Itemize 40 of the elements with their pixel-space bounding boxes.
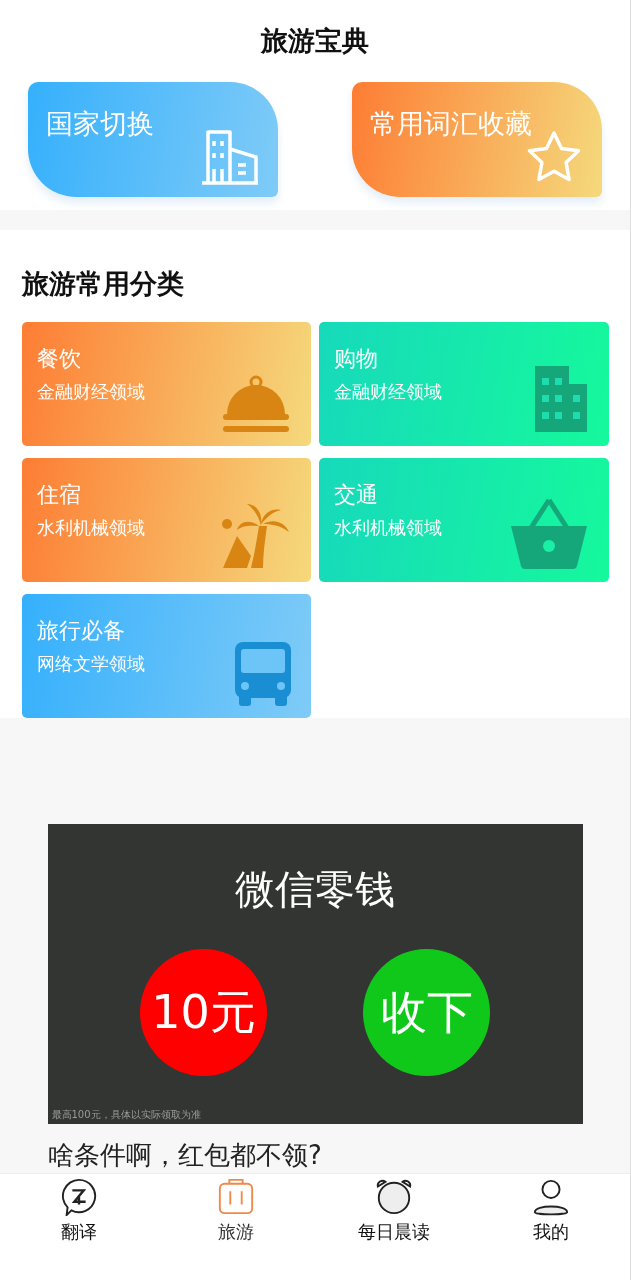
nav-tab[interactable]: 每日晨读 bbox=[333, 1178, 454, 1244]
category-card[interactable]: 交通 水利机械领域 bbox=[319, 458, 609, 582]
basket-icon bbox=[509, 496, 589, 570]
building-icon bbox=[200, 129, 260, 185]
person-icon bbox=[532, 1178, 571, 1216]
category-subtitle: 网络文学领域 bbox=[37, 652, 145, 676]
suitcase-icon bbox=[217, 1178, 256, 1216]
category-card[interactable]: 住宿 水利机械领域 bbox=[22, 458, 311, 582]
category-subtitle: 水利机械领域 bbox=[334, 516, 442, 540]
category-title: 购物 bbox=[334, 345, 379, 373]
alarm-clock-icon bbox=[374, 1178, 413, 1216]
ad-caption: 啥条件啊，红包都不领? bbox=[48, 1139, 322, 1172]
nav-tab[interactable]: 我的 bbox=[491, 1178, 612, 1244]
category-title: 餐饮 bbox=[37, 345, 82, 373]
feature-card[interactable]: 国家切换 bbox=[28, 82, 278, 197]
category-subtitle: 金融财经领域 bbox=[334, 380, 442, 404]
category-card[interactable]: 购物 金融财经领域 bbox=[319, 322, 609, 446]
bus-icon bbox=[235, 642, 291, 706]
category-subtitle: 金融财经领域 bbox=[37, 380, 145, 404]
cloche-icon bbox=[221, 374, 291, 434]
category-title: 住宿 bbox=[37, 481, 82, 509]
nav-tab[interactable]: 翻译 bbox=[18, 1178, 139, 1244]
section-title: 旅游常用分类 bbox=[22, 267, 185, 301]
speech-bubble-icon bbox=[59, 1178, 98, 1216]
feature-label: 国家切换 bbox=[46, 107, 154, 141]
amount-badge: 10元 bbox=[140, 949, 267, 1076]
category-title: 交通 bbox=[334, 481, 379, 509]
accept-button[interactable]: 收下 bbox=[363, 949, 490, 1076]
ad-title: 微信零钱 bbox=[235, 865, 395, 914]
feature-card[interactable]: 常用词汇收藏 bbox=[352, 82, 602, 197]
building-icon bbox=[533, 364, 589, 434]
feature-label: 常用词汇收藏 bbox=[370, 107, 532, 141]
category-card[interactable]: 旅行必备 网络文学领域 bbox=[22, 594, 311, 718]
fine-print: 最高100元，具体以实际领取为准 bbox=[51, 1108, 201, 1122]
nav-tab[interactable]: 旅游 bbox=[176, 1178, 297, 1244]
category-title: 旅行必备 bbox=[37, 617, 126, 645]
ad-banner[interactable]: 微信零钱 10元 收下 最高100元，具体以实际领取为准 bbox=[47, 824, 583, 1124]
category-card[interactable]: 餐饮 金融财经领域 bbox=[22, 322, 311, 446]
category-subtitle: 水利机械领域 bbox=[37, 516, 145, 540]
page-title: 旅游宝典 bbox=[261, 24, 369, 58]
